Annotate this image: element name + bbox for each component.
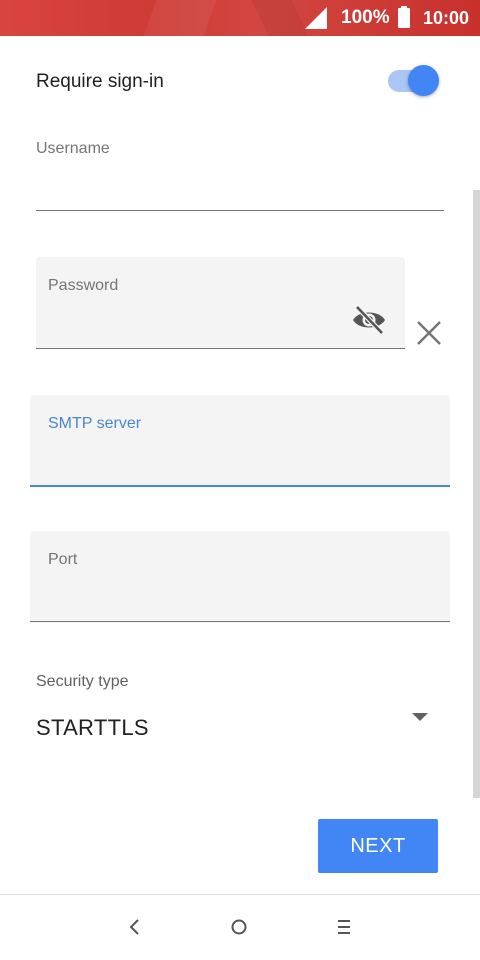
smtp-server-field[interactable] (30, 395, 450, 487)
username-label: Username (36, 140, 110, 157)
password-underline (36, 348, 405, 349)
status-bar-facet (143, 0, 217, 36)
visibility-off-icon[interactable] (351, 304, 387, 336)
next-button[interactable]: NEXT (318, 819, 438, 873)
password-field[interactable] (36, 257, 405, 349)
battery-icon (398, 6, 410, 28)
username-field[interactable] (36, 210, 444, 211)
smtp-server-focus-underline (30, 485, 450, 487)
security-type-select[interactable]: STARTTLS (36, 715, 149, 741)
scrollbar[interactable] (473, 190, 480, 798)
back-icon[interactable] (124, 916, 144, 938)
require-sign-in-label: Require sign-in (36, 71, 164, 92)
smtp-server-label: SMTP server (48, 415, 142, 432)
port-underline (30, 621, 450, 622)
status-bar-facet (251, 0, 309, 36)
signal-icon (305, 7, 327, 29)
port-label: Port (48, 551, 78, 568)
security-type-label: Security type (36, 673, 129, 690)
home-icon[interactable] (229, 917, 249, 937)
menu-icon[interactable] (334, 917, 354, 937)
battery-percentage: 100% (341, 7, 390, 28)
dropdown-arrow-icon[interactable] (412, 713, 428, 721)
clear-icon[interactable] (414, 318, 444, 348)
port-field[interactable] (30, 531, 450, 623)
toggle-thumb[interactable] (408, 65, 439, 96)
password-label: Password (48, 277, 119, 294)
clock: 10:00 (423, 8, 470, 28)
